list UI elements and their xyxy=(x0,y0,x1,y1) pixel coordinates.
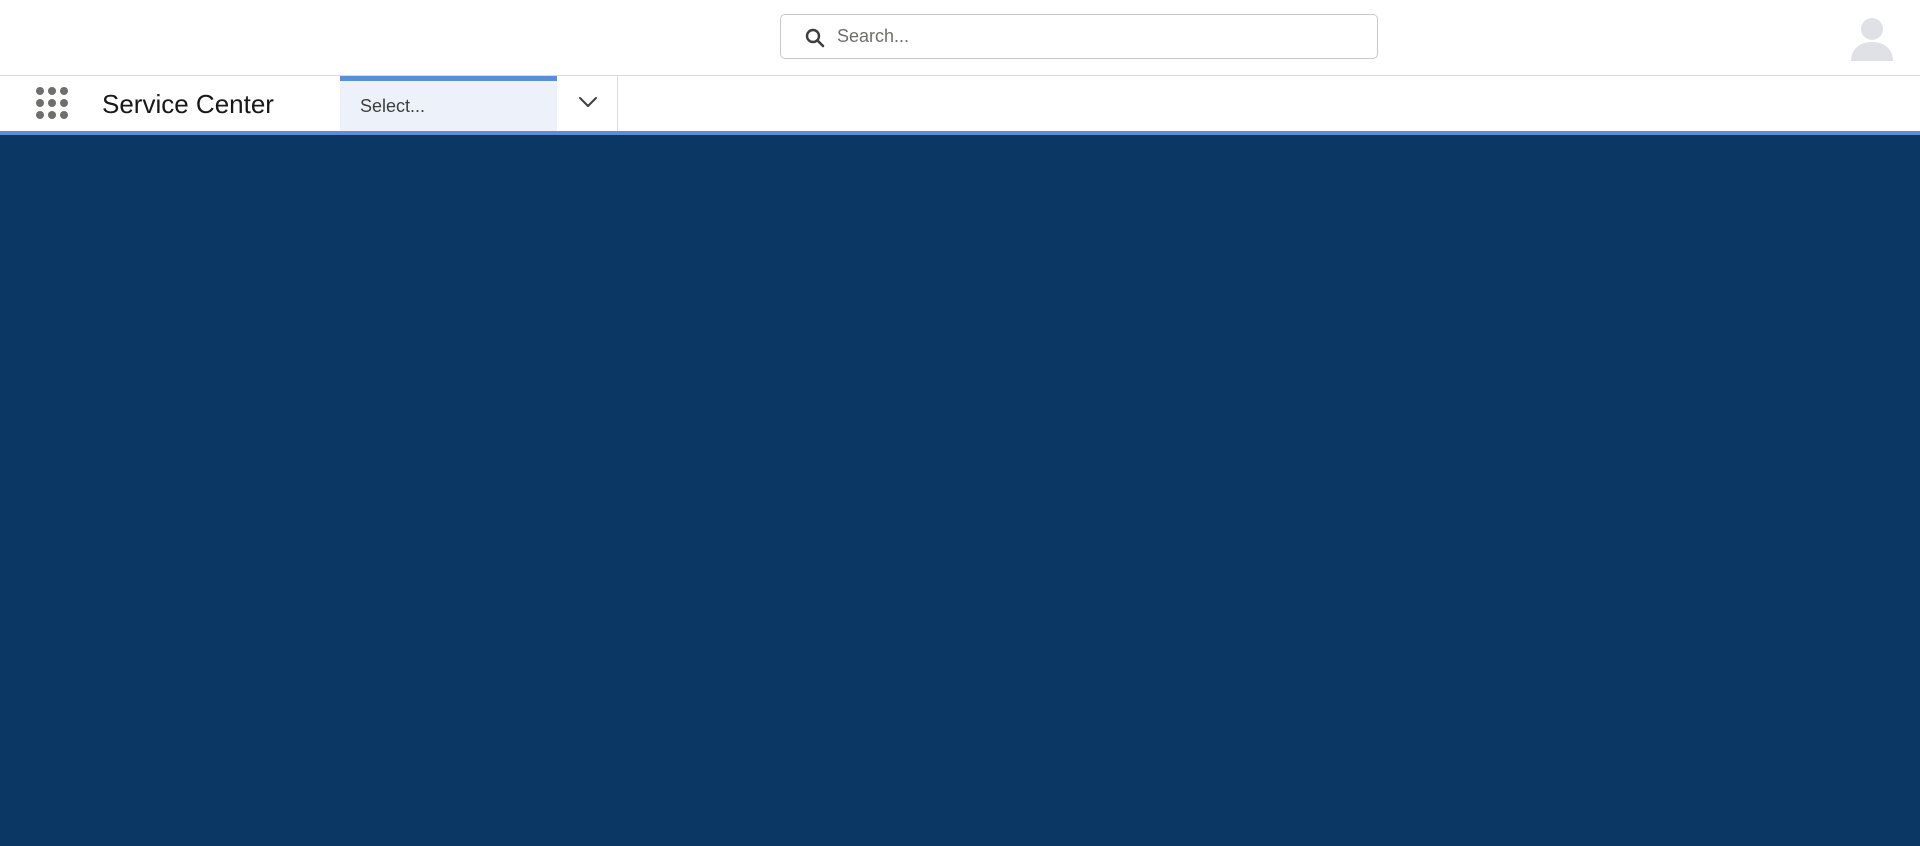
search-icon xyxy=(805,28,825,48)
navigation-item-select[interactable]: Select... xyxy=(340,76,557,131)
navigation-select-label: Select... xyxy=(360,96,426,116)
user-avatar-icon[interactable] xyxy=(1849,15,1895,61)
global-search[interactable] xyxy=(780,14,1378,59)
global-header xyxy=(0,0,1920,76)
app-navigation-bar: Service Center Select... xyxy=(0,76,1920,135)
app-launcher-grid-icon[interactable] xyxy=(35,86,69,120)
search-input[interactable] xyxy=(837,15,1357,58)
app-name: Service Center xyxy=(102,89,274,119)
navigation-menu-button[interactable] xyxy=(557,76,618,131)
chevron-down-icon xyxy=(579,97,597,107)
main-content-area xyxy=(0,135,1920,846)
